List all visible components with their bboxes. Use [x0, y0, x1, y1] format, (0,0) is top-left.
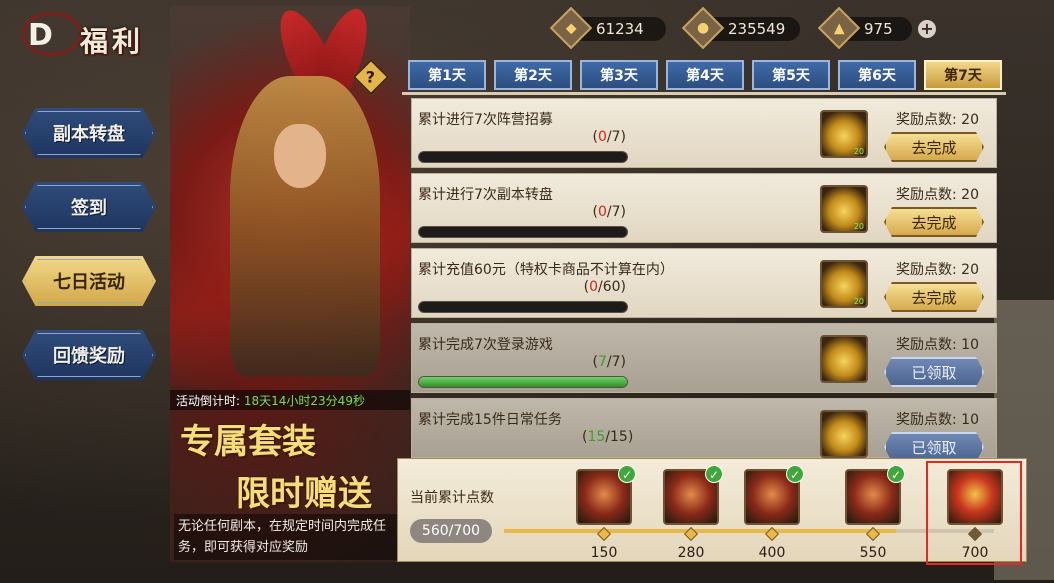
check-icon: ✓ — [786, 465, 804, 483]
promo-description: 无论任何剧本，在规定时间内完成任务，即可获得对应奖励 — [174, 514, 410, 560]
task-row: 累计进行7次阵营招募 (0/7) 20 奖励点数: 20 去完成 — [411, 98, 997, 168]
sidebar-item-dungeon-wheel[interactable]: 副本转盘 — [22, 108, 156, 158]
task-name: 累计进行7次副本转盘 — [418, 187, 553, 203]
shuriken-reward-icon[interactable]: ✓ — [663, 465, 723, 525]
milestone-reward[interactable]: ✓ 550 — [845, 465, 905, 561]
tab-day-4[interactable]: 第4天 — [666, 60, 744, 90]
tab-day-6[interactable]: 第6天 — [838, 60, 916, 90]
task-row: 累计进行7次副本转盘 (0/7) 20 奖励点数: 20 去完成 — [411, 173, 997, 243]
task-row: 累计充值60元（特权卡商品不计算在内） (0/60) 20 奖励点数: 20 去… — [411, 248, 997, 318]
title-logo: D — [28, 18, 53, 53]
highlight-box — [926, 461, 1022, 565]
currency-ingot: ▲ 975 — [817, 6, 912, 50]
check-icon: ✓ — [887, 465, 905, 483]
milestone-value: 550 — [859, 545, 887, 561]
currency-gold: ● 235549 — [681, 6, 800, 50]
milestone-value: 400 — [758, 545, 786, 561]
task-name: 累计充值60元（特权卡商品不计算在内） — [418, 262, 674, 278]
accumulated-points-label: 当前累计点数 — [410, 490, 494, 506]
reward-points: 奖励点数: 10 — [896, 337, 979, 353]
reward-points: 奖励点数: 20 — [896, 187, 979, 203]
task-progress-bar — [418, 376, 628, 388]
tab-day-3[interactable]: 第3天 — [580, 60, 658, 90]
tab-day-2[interactable]: 第2天 — [494, 60, 572, 90]
task-progress-bar — [418, 301, 628, 313]
armor-reward-icon[interactable]: ✓ — [744, 465, 804, 525]
gold-ingot-reward-icon[interactable] — [820, 335, 868, 383]
milestone-marker — [865, 526, 881, 542]
check-icon: ✓ — [705, 465, 723, 483]
reward-points: 奖励点数: 10 — [896, 412, 979, 428]
tab-day-1[interactable]: 第1天 — [408, 60, 486, 90]
check-icon: ✓ — [618, 465, 636, 483]
page-title: D 福利 — [22, 8, 162, 60]
promo-title-line2: 限时赠送 — [236, 474, 372, 514]
task-progress: (15/15) — [582, 429, 634, 445]
hero-face — [274, 124, 326, 188]
hero-portrait-reward-icon[interactable]: ✓ — [576, 465, 636, 525]
task-row: 累计完成15件日常任务 (15/15) 奖励点数: 10 已领取 — [411, 398, 997, 462]
task-name: 累计进行7次阵营招募 — [418, 112, 553, 128]
gold-ingot-reward-icon[interactable]: 20 — [820, 185, 868, 233]
claimed-button[interactable]: 已领取 — [884, 357, 984, 387]
sidebar-item-seven-day-event[interactable]: 七日活动 — [22, 256, 156, 306]
gold-ingot-reward-icon[interactable] — [820, 410, 868, 458]
milestone-reward[interactable]: ✓ 150 — [576, 465, 636, 561]
go-complete-button[interactable]: 去完成 — [884, 282, 984, 312]
milestone-marker — [764, 526, 780, 542]
task-progress-bar — [418, 226, 628, 238]
reward-points: 奖励点数: 20 — [896, 262, 979, 278]
milestone-value: 150 — [590, 545, 618, 561]
gold-ingot-reward-icon[interactable]: 20 — [820, 110, 868, 158]
tab-divider — [402, 92, 1006, 95]
countdown-label: 活动倒计时: — [176, 394, 241, 408]
currency-coins: ◆ 61234 — [549, 6, 666, 50]
add-currency-icon[interactable]: + — [918, 20, 936, 38]
tab-day-5[interactable]: 第5天 — [752, 60, 830, 90]
milestone-value: 280 — [677, 545, 705, 561]
countdown-value: 18天14小时23分49秒 — [243, 394, 365, 408]
task-progress: (7/7) — [592, 354, 626, 370]
milestone-marker — [683, 526, 699, 542]
go-complete-button[interactable]: 去完成 — [884, 132, 984, 162]
accumulated-points-value: 560/700 — [410, 519, 492, 543]
hero-figure — [230, 76, 380, 376]
sidebar-item-sign-in[interactable]: 签到 — [22, 182, 156, 232]
helmet-reward-icon[interactable]: ✓ — [845, 465, 905, 525]
task-progress: (0/60) — [583, 279, 626, 295]
milestone-reward[interactable]: ✓ 280 — [663, 465, 723, 561]
title-text: 福利 — [80, 25, 145, 58]
task-row: 累计完成7次登录游戏 (7/7) 奖励点数: 10 已领取 — [411, 323, 997, 393]
task-progress: (0/7) — [592, 129, 626, 145]
task-progress: (0/7) — [592, 204, 626, 220]
task-name: 累计完成7次登录游戏 — [418, 337, 553, 353]
promo-title-line1: 专属套装 — [180, 422, 316, 462]
event-countdown: 活动倒计时: 18天14小时23分49秒 — [170, 390, 410, 410]
go-complete-button[interactable]: 去完成 — [884, 207, 984, 237]
task-progress-bar — [418, 151, 628, 163]
task-name: 累计完成15件日常任务 — [418, 412, 562, 428]
reward-points: 奖励点数: 20 — [896, 112, 979, 128]
sidebar-item-feedback-rewards[interactable]: 回馈奖励 — [22, 330, 156, 380]
tab-day-7[interactable]: 第7天 — [924, 60, 1002, 90]
gold-ingot-reward-icon[interactable]: 20 — [820, 260, 868, 308]
milestone-reward[interactable]: ✓ 400 — [744, 465, 804, 561]
milestone-marker — [596, 526, 612, 542]
